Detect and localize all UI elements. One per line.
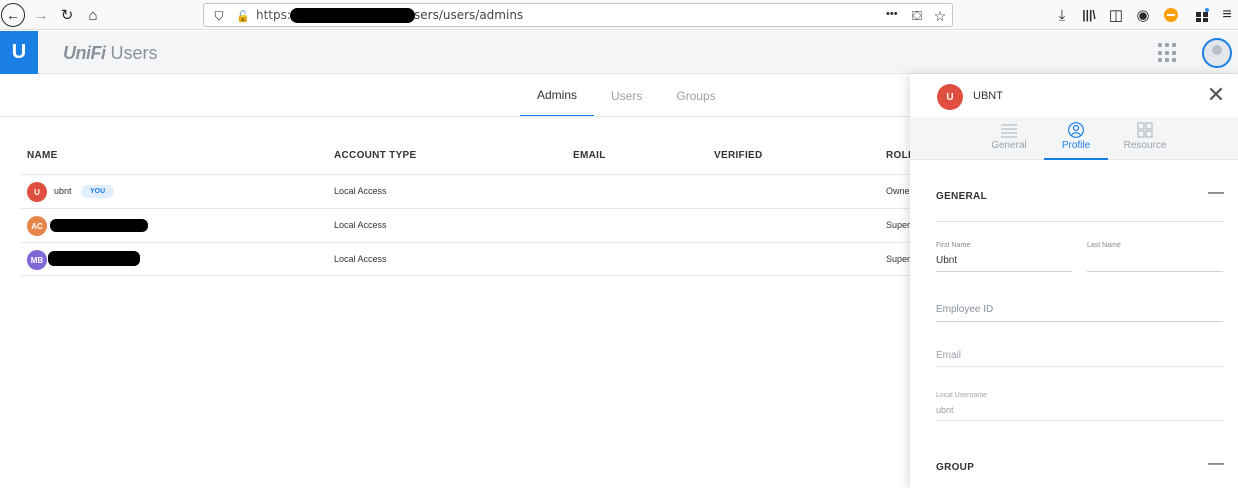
column-header-verified[interactable]: VERIFIED bbox=[714, 150, 763, 161]
section-title-group: GROUP bbox=[936, 462, 975, 473]
close-icon[interactable]: ✕ bbox=[1206, 84, 1226, 106]
user-name: ubnt bbox=[54, 186, 72, 196]
panel-tabs: General Profile Resource bbox=[910, 117, 1238, 160]
url-bar[interactable]: ⛉ 🔓 https:// sers/users/admins ••• ⛋ ☆ bbox=[203, 3, 953, 27]
account-type: Local Access bbox=[334, 220, 387, 230]
reload-icon[interactable]: ↻ bbox=[56, 4, 78, 26]
library-icon[interactable]: |||\ bbox=[1078, 4, 1100, 26]
tab-general-label: General bbox=[991, 140, 1027, 151]
you-badge: YOU bbox=[81, 185, 115, 198]
menu-icon[interactable]: ≡ bbox=[1216, 4, 1238, 26]
pocket-icon[interactable]: ⛋ bbox=[906, 5, 928, 27]
role: Super bbox=[886, 220, 911, 230]
shield-icon: ⛉ bbox=[214, 8, 224, 23]
email-underline bbox=[936, 366, 1223, 367]
table-row[interactable]: U ubnt YOU Local Access Owne bbox=[20, 174, 910, 208]
account-type: Local Access bbox=[334, 186, 387, 196]
table-row[interactable]: AC Local Access Super bbox=[20, 208, 910, 242]
browser-toolbar: ← → ↻ ⌂ ⛉ 🔓 https:// sers/users/admins •… bbox=[0, 0, 1238, 30]
insecure-lock-icon[interactable]: 🔓 bbox=[232, 5, 254, 27]
user-avatar[interactable] bbox=[1202, 38, 1232, 68]
tab-resource[interactable]: Resource bbox=[1113, 117, 1177, 160]
first-name-underline bbox=[936, 271, 1072, 272]
redacted-hostname bbox=[290, 8, 415, 23]
back-arrow-icon[interactable]: ← bbox=[1, 3, 25, 27]
extensions-puzzle-icon[interactable] bbox=[1192, 4, 1214, 26]
column-header-email[interactable]: EMAIL bbox=[573, 150, 606, 161]
app-title-brand: UniFi bbox=[63, 43, 106, 63]
redacted-name bbox=[48, 251, 140, 266]
tab-general[interactable]: General bbox=[977, 117, 1041, 160]
section-title-general: GENERAL bbox=[936, 191, 987, 202]
redacted-name bbox=[50, 219, 148, 232]
divider bbox=[936, 221, 1223, 222]
grid-icon bbox=[1137, 122, 1153, 138]
tab-profile-label: Profile bbox=[1061, 140, 1091, 151]
last-name-field[interactable] bbox=[1087, 271, 1223, 272]
url-path: sers/users/admins bbox=[414, 8, 524, 22]
column-header-account-type[interactable]: ACCOUNT TYPE bbox=[334, 150, 417, 161]
table-row[interactable]: MB Local Access Super bbox=[20, 242, 910, 276]
home-icon[interactable]: ⌂ bbox=[82, 4, 104, 26]
avatar: U bbox=[27, 182, 47, 202]
panel-user-name: UBNT bbox=[973, 90, 1003, 102]
forward-arrow-icon[interactable]: → bbox=[30, 4, 52, 26]
page-actions-icon[interactable]: ••• bbox=[886, 8, 898, 20]
list-icon bbox=[1001, 124, 1017, 138]
tab-profile[interactable]: Profile bbox=[1044, 117, 1108, 160]
app-title: UniFi Users bbox=[63, 43, 158, 64]
role: Owne bbox=[886, 186, 910, 196]
column-header-name[interactable]: NAME bbox=[27, 150, 58, 161]
app-title-name: Users bbox=[110, 43, 158, 63]
tab-groups[interactable]: Groups bbox=[659, 74, 732, 117]
last-name-label: Last Name bbox=[1087, 242, 1121, 249]
local-username-underline bbox=[936, 420, 1223, 421]
first-name-label: First Name bbox=[936, 242, 971, 249]
avatar: AC bbox=[27, 216, 47, 236]
unifi-logo[interactable]: U bbox=[0, 31, 38, 74]
collapse-general-icon[interactable]: — bbox=[1208, 184, 1224, 202]
extension-icon[interactable] bbox=[1160, 4, 1182, 26]
email-field[interactable]: Email bbox=[936, 350, 961, 361]
download-icon[interactable]: ⤓ bbox=[1051, 4, 1073, 26]
employee-id-field[interactable]: Employee ID bbox=[936, 304, 993, 315]
account-type: Local Access bbox=[334, 254, 387, 264]
bookmark-star-icon[interactable]: ☆ bbox=[929, 5, 951, 27]
panel-header: U UBNT ✕ bbox=[910, 74, 1238, 117]
admin-tabs: Admins Users Groups bbox=[520, 74, 733, 117]
tab-resource-label: Resource bbox=[1123, 140, 1167, 151]
local-username-label: Local Username bbox=[936, 392, 987, 399]
role: Super bbox=[886, 254, 911, 264]
collapse-group-icon[interactable]: — bbox=[1208, 455, 1224, 473]
tab-admins[interactable]: Admins bbox=[520, 74, 595, 117]
person-icon bbox=[1068, 122, 1084, 138]
app-header: U UniFi Users bbox=[0, 31, 1238, 74]
sidebar-icon[interactable]: ◫ bbox=[1105, 4, 1127, 26]
user-detail-panel: U UBNT ✕ General Profile Resource GENERA… bbox=[910, 74, 1238, 488]
account-icon[interactable]: ◉ bbox=[1132, 4, 1154, 26]
avatar: MB bbox=[27, 250, 47, 270]
tabs-divider bbox=[0, 116, 910, 117]
first-name-field[interactable]: Ubnt bbox=[936, 255, 957, 266]
employee-id-underline bbox=[936, 321, 1223, 322]
avatar: U bbox=[937, 84, 963, 110]
local-username-field: ubnt bbox=[936, 405, 954, 415]
tab-users[interactable]: Users bbox=[594, 74, 659, 117]
apps-grid-icon[interactable] bbox=[1158, 43, 1178, 63]
